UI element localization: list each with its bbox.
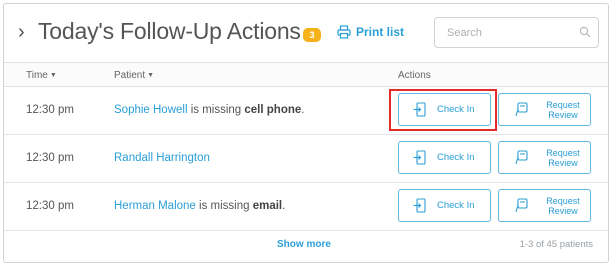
missing-text: is missing: [195, 200, 253, 212]
table-row: 12:30 pm Randall Harrington Check In Req…: [4, 135, 608, 183]
check-in-icon: [413, 198, 426, 213]
pagination-info: 1-3 of 45 patients: [519, 239, 593, 250]
check-in-button[interactable]: Check In: [398, 93, 491, 126]
check-in-label: Check In: [437, 104, 475, 115]
table-body: 12:30 pm Sophie Howell is missing cell p…: [4, 87, 608, 231]
row-time: 12:30 pm: [26, 152, 74, 164]
search-box: [434, 17, 599, 48]
row-message: Herman Malone is missing email.: [114, 200, 285, 212]
request-review-button[interactable]: Request Review: [498, 189, 591, 222]
count-badge: 3: [303, 28, 321, 42]
column-header-patient[interactable]: Patient ▼: [114, 70, 154, 81]
sort-caret-icon: ▼: [49, 72, 57, 79]
chevron-right-icon[interactable]: ›: [18, 22, 28, 42]
message-end: .: [282, 200, 286, 212]
missing-text: is missing: [187, 104, 245, 116]
check-in-button[interactable]: Check In: [398, 141, 491, 174]
patient-link[interactable]: Sophie Howell: [114, 104, 188, 116]
table-footer: Show more 1-3 of 45 patients: [4, 231, 608, 259]
request-review-label: Request Review: [546, 195, 580, 216]
patient-link[interactable]: Herman Malone: [114, 200, 196, 212]
print-list-link[interactable]: Print list: [337, 25, 404, 39]
row-message: Randall Harrington: [114, 152, 210, 164]
request-review-label: Request Review: [546, 99, 580, 120]
table-row: 12:30 pm Herman Malone is missing email.…: [4, 183, 608, 231]
print-list-label: Print list: [356, 25, 405, 39]
printer-icon: [337, 25, 351, 39]
table-row: 12:30 pm Sophie Howell is missing cell p…: [4, 87, 608, 135]
missing-field: cell phone: [244, 104, 302, 116]
sort-caret-icon: ▼: [147, 72, 155, 79]
review-request-icon: [515, 102, 528, 117]
row-message: Sophie Howell is missing cell phone.: [114, 104, 304, 116]
request-review-button[interactable]: Request Review: [498, 93, 591, 126]
column-patient-label: Patient: [114, 70, 146, 81]
message-end: .: [301, 104, 305, 116]
review-request-icon: [515, 198, 528, 213]
check-in-label: Check In: [437, 200, 475, 211]
row-time: 12:30 pm: [26, 200, 74, 212]
patient-link[interactable]: Randall Harrington: [114, 152, 210, 164]
table-header: Time ▼ Patient ▼ Actions: [4, 62, 608, 87]
check-in-icon: [413, 102, 426, 117]
search-input[interactable]: [435, 18, 587, 47]
follow-up-actions-card: › Today's Follow-Up Actions 3 Print list…: [3, 3, 609, 263]
check-in-label: Check In: [437, 152, 475, 163]
column-header-time[interactable]: Time ▼: [26, 70, 57, 81]
search-icon[interactable]: [579, 26, 591, 38]
column-header-actions: Actions: [398, 70, 431, 81]
card-header: › Today's Follow-Up Actions 3 Print list: [4, 4, 608, 62]
page-title: Today's Follow-Up Actions: [38, 18, 301, 44]
review-request-icon: [515, 150, 528, 165]
show-more-link[interactable]: Show more: [277, 239, 331, 250]
check-in-icon: [413, 150, 426, 165]
column-time-label: Time: [26, 70, 48, 81]
request-review-label: Request Review: [546, 147, 580, 168]
check-in-button[interactable]: Check In: [398, 189, 491, 222]
missing-field: email: [252, 200, 283, 212]
row-time: 12:30 pm: [26, 104, 74, 116]
request-review-button[interactable]: Request Review: [498, 141, 591, 174]
